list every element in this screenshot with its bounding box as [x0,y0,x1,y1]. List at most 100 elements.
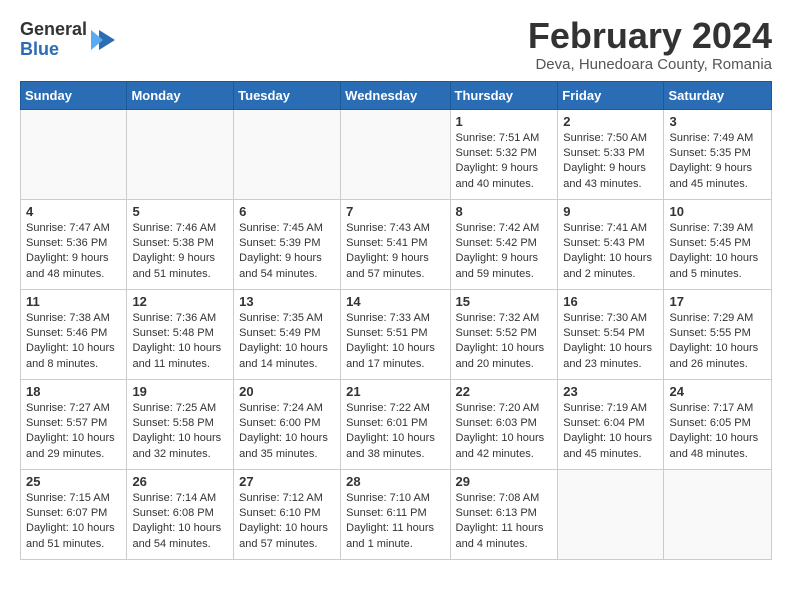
header-saturday: Saturday [664,81,772,109]
day-number: 9 [563,204,658,219]
calendar-cell: 5Sunrise: 7:46 AMSunset: 5:38 PMDaylight… [127,199,234,289]
calendar-cell: 1 Sunrise: 7:51 AMSunset: 5:32 PMDaylight… [450,109,558,199]
week-row-1: 4 Sunrise: 7:47 AMSunset: 5:36 PMDaylight… [21,199,772,289]
page-header: General Blue February 2024 Deva, Hunedoa… [20,16,772,73]
logo-icon [89,26,117,54]
calendar-cell: 3Sunrise: 7:49 AMSunset: 5:35 PMDaylight… [664,109,772,199]
calendar-cell: 23 Sunrise: 7:19 AMSunset: 6:04 PMDayligh… [558,379,664,469]
calendar-cell: 29 Sunrise: 7:08 AMSunset: 6:13 PMDayligh… [450,469,558,559]
header-tuesday: Tuesday [234,81,341,109]
day-number: 2 [563,114,658,129]
week-row-0: 1 Sunrise: 7:51 AMSunset: 5:32 PMDaylight… [21,109,772,199]
calendar-cell: 24 Sunrise: 7:17 AMSunset: 6:05 PMDayligh… [664,379,772,469]
title-month: February 2024 [528,16,772,56]
day-number: 20 [239,384,335,399]
day-number: 11 [26,294,121,309]
day-info: Sunrise: 7:35 AMSunset: 5:49 PMDaylight:… [239,311,335,373]
calendar-cell: 22 Sunrise: 7:20 AMSunset: 6:03 PMDayligh… [450,379,558,469]
calendar-cell [558,469,664,559]
day-number: 21 [346,384,444,399]
logo-general-text: General [20,20,87,40]
day-number: 13 [239,294,335,309]
day-info: Sunrise: 7:51 AMSunset: 5:32 PMDaylight:… [456,131,553,193]
day-number: 4 [26,204,121,219]
day-info: Sunrise: 7:25 AMSunset: 5:58 PMDaylight:… [132,401,228,463]
day-number: 14 [346,294,444,309]
week-row-3: 18 Sunrise: 7:27 AMSunset: 5:57 PMDayligh… [21,379,772,469]
title-area: February 2024 Deva, Hunedoara County, Ro… [528,16,772,73]
day-info: Sunrise: 7:33 AMSunset: 5:51 PMDaylight:… [346,311,444,373]
day-info: Sunrise: 7:29 AMSunset: 5:55 PMDaylight:… [669,311,766,373]
calendar-cell: 14 Sunrise: 7:33 AMSunset: 5:51 PMDayligh… [341,289,450,379]
day-info: Sunrise: 7:42 AMSunset: 5:42 PMDaylight:… [456,221,553,283]
header-friday: Friday [558,81,664,109]
day-info: Sunrise: 7:47 AMSunset: 5:36 PMDaylight:… [26,221,121,283]
day-info: Sunrise: 7:38 AMSunset: 5:46 PMDaylight:… [26,311,121,373]
day-info: Sunrise: 7:36 AMSunset: 5:48 PMDaylight:… [132,311,228,373]
calendar-cell: 26Sunrise: 7:14 AMSunset: 6:08 PMDayligh… [127,469,234,559]
logo: General Blue [20,20,117,60]
day-number: 16 [563,294,658,309]
day-info: Sunrise: 7:22 AMSunset: 6:01 PMDaylight:… [346,401,444,463]
day-info: Sunrise: 7:20 AMSunset: 6:03 PMDaylight:… [456,401,553,463]
calendar-cell: 18 Sunrise: 7:27 AMSunset: 5:57 PMDayligh… [21,379,127,469]
day-info: Sunrise: 7:10 AMSunset: 6:11 PMDaylight:… [346,491,444,553]
day-info: Sunrise: 7:24 AMSunset: 6:00 PMDaylight:… [239,401,335,463]
day-number: 22 [456,384,553,399]
calendar-header-row: SundayMondayTuesdayWednesdayThursdayFrid… [21,81,772,109]
calendar-cell [341,109,450,199]
day-info: Sunrise: 7:12 AMSunset: 6:10 PMDaylight:… [239,491,335,553]
day-number: 18 [26,384,121,399]
day-info: Sunrise: 7:19 AMSunset: 6:04 PMDaylight:… [563,401,658,463]
logo-blue-text: Blue [20,40,87,60]
calendar-cell: 2 Sunrise: 7:50 AMSunset: 5:33 PMDaylight… [558,109,664,199]
day-number: 15 [456,294,553,309]
calendar-cell: 12 Sunrise: 7:36 AMSunset: 5:48 PMDayligh… [127,289,234,379]
calendar-cell: 20 Sunrise: 7:24 AMSunset: 6:00 PMDayligh… [234,379,341,469]
week-row-4: 25 Sunrise: 7:15 AMSunset: 6:07 PMDayligh… [21,469,772,559]
calendar-cell: 19 Sunrise: 7:25 AMSunset: 5:58 PMDayligh… [127,379,234,469]
calendar-cell: 25 Sunrise: 7:15 AMSunset: 6:07 PMDayligh… [21,469,127,559]
day-number: 5 [132,204,228,219]
day-number: 1 [456,114,553,129]
day-number: 24 [669,384,766,399]
calendar-cell: 17 Sunrise: 7:29 AMSunset: 5:55 PMDayligh… [664,289,772,379]
day-number: 12 [132,294,228,309]
day-number: 29 [456,474,553,489]
day-number: 10 [669,204,766,219]
calendar-cell: 21 Sunrise: 7:22 AMSunset: 6:01 PMDayligh… [341,379,450,469]
calendar-cell [664,469,772,559]
calendar-cell: 8 Sunrise: 7:42 AMSunset: 5:42 PMDaylight… [450,199,558,289]
calendar-cell: 10Sunrise: 7:39 AMSunset: 5:45 PMDayligh… [664,199,772,289]
day-number: 8 [456,204,553,219]
calendar-cell: 7Sunrise: 7:43 AMSunset: 5:41 PMDaylight… [341,199,450,289]
header-wednesday: Wednesday [341,81,450,109]
day-info: Sunrise: 7:15 AMSunset: 6:07 PMDaylight:… [26,491,121,553]
day-number: 23 [563,384,658,399]
day-number: 3 [669,114,766,129]
day-info: Sunrise: 7:41 AMSunset: 5:43 PMDaylight:… [563,221,658,283]
day-info: Sunrise: 7:30 AMSunset: 5:54 PMDaylight:… [563,311,658,373]
day-number: 17 [669,294,766,309]
title-location: Deva, Hunedoara County, Romania [528,56,772,73]
day-info: Sunrise: 7:17 AMSunset: 6:05 PMDaylight:… [669,401,766,463]
day-info: Sunrise: 7:50 AMSunset: 5:33 PMDaylight:… [563,131,658,193]
day-number: 25 [26,474,121,489]
calendar-cell [234,109,341,199]
week-row-2: 11 Sunrise: 7:38 AMSunset: 5:46 PMDayligh… [21,289,772,379]
day-info: Sunrise: 7:27 AMSunset: 5:57 PMDaylight:… [26,401,121,463]
day-info: Sunrise: 7:45 AMSunset: 5:39 PMDaylight:… [239,221,335,283]
calendar-cell: 15 Sunrise: 7:32 AMSunset: 5:52 PMDayligh… [450,289,558,379]
day-number: 7 [346,204,444,219]
calendar-cell: 9 Sunrise: 7:41 AMSunset: 5:43 PMDaylight… [558,199,664,289]
day-info: Sunrise: 7:08 AMSunset: 6:13 PMDaylight:… [456,491,553,553]
calendar-cell: 16 Sunrise: 7:30 AMSunset: 5:54 PMDayligh… [558,289,664,379]
calendar-cell [127,109,234,199]
day-number: 28 [346,474,444,489]
day-number: 6 [239,204,335,219]
calendar-cell: 11 Sunrise: 7:38 AMSunset: 5:46 PMDayligh… [21,289,127,379]
header-monday: Monday [127,81,234,109]
day-info: Sunrise: 7:14 AMSunset: 6:08 PMDaylight:… [132,491,228,553]
day-number: 19 [132,384,228,399]
day-info: Sunrise: 7:32 AMSunset: 5:52 PMDaylight:… [456,311,553,373]
